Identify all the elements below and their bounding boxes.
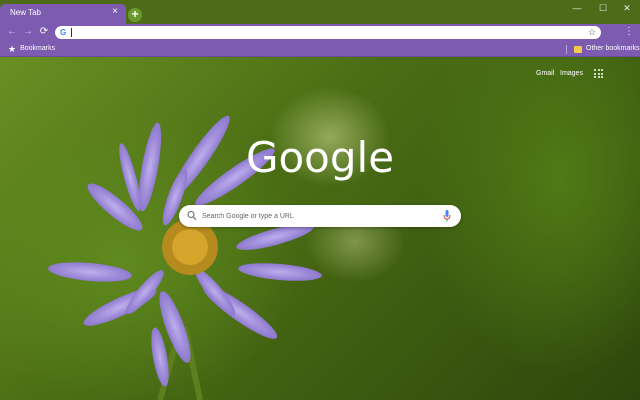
maximize-button[interactable]: ☐ (590, 0, 616, 16)
minimize-button[interactable]: — (564, 0, 590, 16)
toolbar: ← → ⟳ G ☆ ⋮ (0, 24, 640, 41)
search-icon (187, 210, 197, 221)
apps-grid-icon[interactable] (594, 69, 603, 78)
gmail-link[interactable]: Gmail (536, 70, 554, 77)
back-button[interactable]: ← (5, 25, 19, 39)
tab-title: New Tab (10, 8, 41, 17)
new-tab-page: Gmail Images Google (0, 57, 640, 400)
search-box[interactable] (179, 205, 461, 227)
microphone-icon[interactable] (443, 210, 451, 222)
bookmark-star-icon[interactable]: ☆ (588, 26, 596, 39)
other-bookmarks-label: Other bookmarks (586, 45, 640, 52)
folder-icon (574, 45, 582, 53)
images-link[interactable]: Images (560, 70, 583, 77)
star-icon: ★ (8, 44, 17, 54)
search-input[interactable] (202, 205, 432, 227)
text-caret (71, 28, 72, 37)
new-tab-button[interactable]: + (128, 8, 142, 22)
bookmarks-button[interactable]: ★ Bookmarks (8, 43, 55, 55)
omnibox[interactable]: G ☆ (55, 26, 601, 39)
google-logo: Google (245, 133, 395, 182)
other-bookmarks-button[interactable]: Other bookmarks (574, 43, 640, 55)
close-window-button[interactable]: ✕ (614, 0, 640, 16)
forward-button[interactable]: → (21, 25, 35, 39)
bookmarks-divider (566, 45, 567, 54)
reload-button[interactable]: ⟳ (37, 25, 51, 39)
title-bar: New Tab × + — ☐ ✕ (0, 0, 640, 24)
flower-background-image (48, 115, 322, 400)
address-input[interactable] (71, 26, 571, 39)
tab-close-icon[interactable]: × (109, 6, 121, 18)
bookmarks-bar: ★ Bookmarks Other bookmarks (0, 41, 640, 57)
google-g-icon: G (60, 28, 67, 37)
bookmarks-label: Bookmarks (20, 45, 56, 52)
menu-icon[interactable]: ⋮ (624, 25, 634, 39)
tab-new-tab[interactable]: New Tab × (0, 4, 126, 24)
